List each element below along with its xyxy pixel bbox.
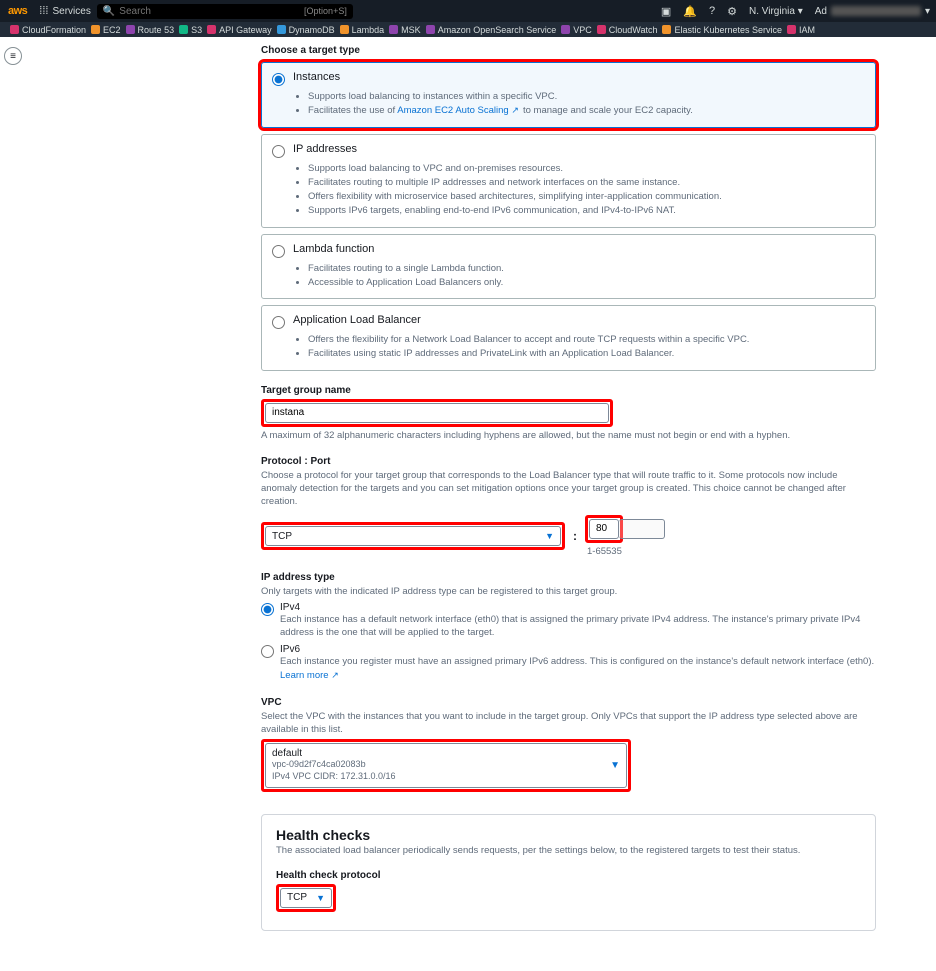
choose-target-type-header: Choose a target type xyxy=(261,45,876,56)
protocol-port-separator: : xyxy=(571,529,579,543)
target-group-name-help: A maximum of 32 alphanumeric characters … xyxy=(261,429,876,442)
health-checks-panel: Health checks The associated load balanc… xyxy=(261,814,876,931)
instances-bullet-2: Facilitates the use of Amazon EC2 Auto S… xyxy=(308,104,865,118)
vpc-name: default xyxy=(272,748,396,759)
target-type-ip-label: IP addresses xyxy=(293,143,357,155)
target-type-lambda-card[interactable]: Lambda function Facilitates routing to a… xyxy=(261,234,876,300)
vpc-label: VPC xyxy=(261,697,876,708)
target-type-lambda-label: Lambda function xyxy=(293,243,374,255)
ip-type-help: Only targets with the indicated IP addre… xyxy=(261,585,876,598)
search-input[interactable] xyxy=(119,6,300,17)
ipv6-label: IPv6 xyxy=(280,644,876,655)
main-content: Choose a target type Instances Supports … xyxy=(26,37,936,971)
fav-lambda[interactable]: Lambda xyxy=(340,25,385,35)
ipv4-label: IPv4 xyxy=(280,602,876,613)
service-favorites-bar: CloudFormation EC2 Route 53 S3 API Gatew… xyxy=(0,22,936,37)
external-link-icon xyxy=(511,104,520,113)
target-group-name-label: Target group name xyxy=(261,385,876,396)
ipv4-option[interactable]: IPv4 Each instance has a default network… xyxy=(261,602,876,640)
help-icon[interactable]: ? xyxy=(703,5,721,17)
chevron-down-icon: ▼ xyxy=(545,531,554,541)
target-type-instances-card[interactable]: Instances Supports load balancing to ins… xyxy=(261,62,876,128)
target-type-alb-radio[interactable] xyxy=(272,316,285,329)
fav-msk[interactable]: MSK xyxy=(389,25,421,35)
ipv6-option[interactable]: IPv6 Each instance you register must hav… xyxy=(261,644,876,683)
target-type-ip-radio[interactable] xyxy=(272,145,285,158)
fav-route53[interactable]: Route 53 xyxy=(126,25,175,35)
fav-eks[interactable]: Elastic Kubernetes Service xyxy=(662,25,782,35)
cloudshell-icon[interactable]: ▣ xyxy=(655,5,677,18)
fav-ec2[interactable]: EC2 xyxy=(91,25,121,35)
target-type-alb-card[interactable]: Application Load Balancer Offers the fle… xyxy=(261,305,876,371)
fav-iam[interactable]: IAM xyxy=(787,25,815,35)
port-input-rest xyxy=(619,519,665,539)
chevron-down-icon: ▼ xyxy=(316,893,325,903)
target-type-lambda-radio[interactable] xyxy=(272,245,285,258)
external-link-icon xyxy=(331,669,340,678)
fav-apigateway[interactable]: API Gateway xyxy=(207,25,272,35)
port-input[interactable] xyxy=(589,519,619,539)
services-grid-icon[interactable]: ⁞⁞⁞ xyxy=(35,5,52,17)
fav-cloudwatch[interactable]: CloudWatch xyxy=(597,25,658,35)
fav-vpc[interactable]: VPC xyxy=(561,25,592,35)
fav-cloudformation[interactable]: CloudFormation xyxy=(10,25,86,35)
account-id-blurred xyxy=(831,6,921,16)
protocol-select[interactable]: TCP ▼ xyxy=(265,526,561,546)
vpc-id: vpc-09d2f7c4ca02083b xyxy=(272,759,396,771)
ip-type-label: IP address type xyxy=(261,572,876,583)
instances-bullet-1: Supports load balancing to instances wit… xyxy=(308,90,865,104)
protocol-port-help: Choose a protocol for your target group … xyxy=(261,469,876,509)
services-link[interactable]: Services xyxy=(52,6,96,17)
ipv4-radio[interactable] xyxy=(261,603,274,616)
health-protocol-label: Health check protocol xyxy=(276,870,861,881)
vpc-select[interactable]: default vpc-09d2f7c4ca02083b IPv4 VPC CI… xyxy=(265,743,627,787)
fav-s3[interactable]: S3 xyxy=(179,25,202,35)
vpc-help: Select the VPC with the instances that y… xyxy=(261,710,876,737)
account-menu[interactable]: Ad ▾ xyxy=(809,6,936,17)
global-topbar: aws ⁞⁞⁞ Services 🔍 [Option+S] ▣ 🔔 ? ⚙ N.… xyxy=(0,0,936,22)
target-type-alb-label: Application Load Balancer xyxy=(293,314,421,326)
target-type-ip-card[interactable]: IP addresses Supports load balancing to … xyxy=(261,134,876,228)
port-range-hint: 1-65535 xyxy=(587,545,665,558)
ipv4-desc: Each instance has a default network inte… xyxy=(280,614,876,640)
ipv6-desc: Each instance you register must have an … xyxy=(280,656,876,683)
side-nav-toggle[interactable]: ≡ xyxy=(4,47,22,65)
region-selector[interactable]: N. Virginia ▾ xyxy=(743,6,809,17)
settings-gear-icon[interactable]: ⚙ xyxy=(721,5,743,18)
health-protocol-select[interactable]: TCP ▼ xyxy=(280,888,332,908)
aws-logo[interactable]: aws xyxy=(0,5,35,17)
chevron-down-icon: ▼ xyxy=(610,760,620,771)
auto-scaling-link[interactable]: Amazon EC2 Auto Scaling xyxy=(397,105,520,116)
target-type-instances-label: Instances xyxy=(293,71,340,83)
notifications-icon[interactable]: 🔔 xyxy=(677,5,703,18)
target-type-instances-radio[interactable] xyxy=(272,73,285,86)
health-checks-header: Health checks xyxy=(276,827,861,843)
search-shortcut-hint: [Option+S] xyxy=(304,6,347,16)
health-checks-sub: The associated load balancer periodicall… xyxy=(276,845,861,856)
ipv6-learn-more-link[interactable]: Learn more xyxy=(280,670,340,681)
vpc-cidr: IPv4 VPC CIDR: 172.31.0.0/16 xyxy=(272,771,396,783)
protocol-port-label: Protocol : Port xyxy=(261,456,876,467)
fav-opensearch[interactable]: Amazon OpenSearch Service xyxy=(426,25,557,35)
global-search[interactable]: 🔍 [Option+S] xyxy=(97,4,353,19)
ipv6-radio[interactable] xyxy=(261,645,274,658)
fav-dynamodb[interactable]: DynamoDB xyxy=(277,25,335,35)
target-group-name-input[interactable] xyxy=(265,403,609,423)
search-icon: 🔍 xyxy=(103,6,115,17)
